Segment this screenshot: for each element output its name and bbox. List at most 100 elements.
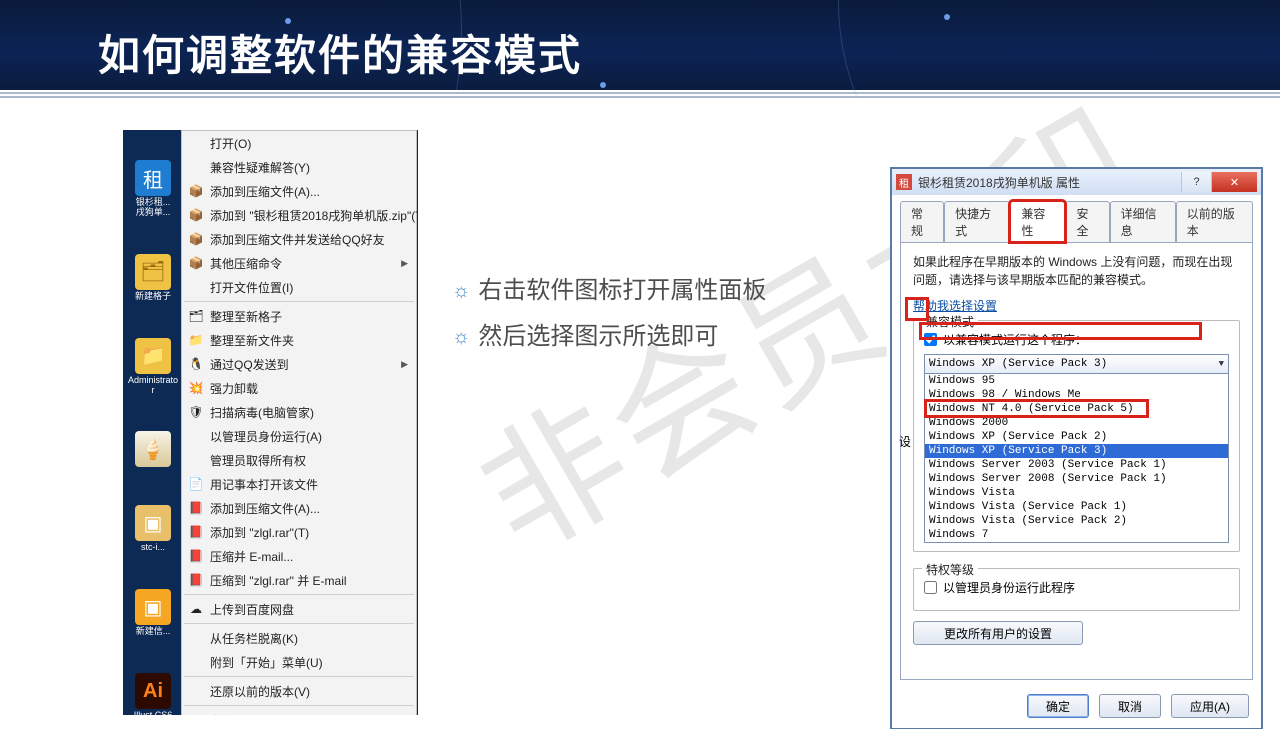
compat-option[interactable]: Windows Vista (Service Pack 1): [925, 500, 1228, 514]
tab-兼容性[interactable]: 兼容性: [1010, 201, 1065, 242]
compat-option[interactable]: Windows Vista (Service Pack 2): [925, 514, 1228, 528]
button-all-users[interactable]: 更改所有用户的设置: [913, 621, 1083, 645]
compat-option[interactable]: Windows Vista: [925, 486, 1228, 500]
menu-item-label: 用记事本打开该文件: [210, 476, 318, 493]
compat-option[interactable]: Windows Server 2008 (Service Pack 1): [925, 472, 1228, 486]
desktop-screenshot: 租银杉租... 戌狗单... 🗂新建格子 📁Administrato r 🍦 ▣…: [123, 130, 418, 715]
desktop-icon-stc[interactable]: ▣stc-i...: [131, 505, 175, 553]
desktop-icon-icecream[interactable]: 🍦: [131, 431, 175, 469]
menu-item-icon: ☁: [188, 601, 204, 617]
context-menu-item[interactable]: 📁整理至新文件夹: [182, 328, 416, 352]
truncated-side-label: 设: [899, 433, 911, 450]
context-menu-item[interactable]: 💥强力卸载: [182, 376, 416, 400]
context-menu-item[interactable]: 🗂 整理至新格子: [182, 304, 416, 328]
compat-option[interactable]: Windows Server 2003 (Service Pack 1): [925, 458, 1228, 472]
context-menu-item[interactable]: 打开文件位置(I): [182, 275, 416, 299]
menu-item-label: 扫描病毒(电脑管家): [210, 404, 314, 421]
compat-option[interactable]: Windows 95: [925, 374, 1228, 388]
compat-option[interactable]: Windows 2000: [925, 416, 1228, 430]
tab-详细信息[interactable]: 详细信息: [1110, 201, 1176, 242]
context-menu-item[interactable]: 📦 其他压缩命令 ▶: [182, 251, 416, 275]
button-ok[interactable]: 确定: [1027, 694, 1089, 718]
context-menu-item[interactable]: ☁ 上传到百度网盘: [182, 597, 416, 621]
context-menu-item[interactable]: 📕压缩并 E-mail...: [182, 544, 416, 568]
desktop-icon-admin[interactable]: 📁Administrato r: [131, 338, 175, 396]
menu-item-label: 打开(O): [210, 135, 251, 152]
tab-安全[interactable]: 安全: [1065, 201, 1109, 242]
highlight-combobox: [919, 322, 1202, 340]
close-button[interactable]: ✕: [1211, 172, 1257, 192]
context-menu-item[interactable]: 管理员取得所有权: [182, 448, 416, 472]
compat-description: 如果此程序在早期版本的 Windows 上没有问题，而现在出现问题，请选择与该早…: [913, 253, 1240, 289]
context-menu-item[interactable]: 🛡 扫描病毒(电脑管家): [182, 400, 416, 424]
submenu-arrow-icon: ▶: [401, 258, 408, 269]
menu-item-icon: 🛡: [188, 404, 204, 420]
menu-item-icon: 📦: [188, 231, 204, 247]
menu-item-label: 压缩并 E-mail...: [210, 548, 293, 565]
menu-item-icon: 📦: [188, 183, 204, 199]
dialog-button-row: 确定 取消 应用(A): [892, 688, 1261, 728]
button-cancel[interactable]: 取消: [1099, 694, 1161, 718]
slide-banner: 如何调整软件的兼容模式: [0, 0, 1280, 98]
menu-item-label: 整理至新格子: [210, 308, 282, 325]
desktop-icon-app[interactable]: 租银杉租... 戌狗单...: [131, 160, 175, 218]
context-menu-item[interactable]: 🐧通过QQ发送到▶: [182, 352, 416, 376]
context-menu-item[interactable]: 打开(O): [182, 131, 416, 155]
menu-item-icon: 📕: [188, 524, 204, 540]
instructions: ☼右击软件图标打开属性面板 ☼然后选择图示所选即可: [452, 268, 766, 360]
highlight-checkbox: [905, 297, 929, 321]
checkbox-admin[interactable]: [924, 581, 937, 594]
menu-item-label: 兼容性疑难解答(Y): [210, 159, 310, 176]
compat-mode-combobox[interactable]: Windows XP (Service Pack 3)▼: [924, 354, 1229, 374]
menu-item-label: 强力卸载: [210, 380, 258, 397]
compat-option[interactable]: Windows XP (Service Pack 3): [925, 444, 1228, 458]
group-priv-legend: 特权等级: [922, 561, 978, 578]
context-menu-item[interactable]: 📦添加到 "银杉租赁2018戌狗单机版.zip"(T): [182, 203, 416, 227]
context-menu-item[interactable]: 还原以前的版本(V): [182, 679, 416, 703]
context-menu-item[interactable]: 📕 添加到压缩文件(A)...: [182, 496, 416, 520]
tab-以前的版本[interactable]: 以前的版本: [1176, 201, 1253, 242]
menu-item-label: 添加到 "zlgl.rar"(T): [210, 524, 309, 541]
bullet-icon: ☼: [452, 314, 470, 360]
context-menu-item[interactable]: 📕压缩到 "zlgl.rar" 并 E-mail: [182, 568, 416, 592]
context-menu-item[interactable]: 📦添加到压缩文件并发送给QQ好友: [182, 227, 416, 251]
menu-item-label: 从任务栏脱离(K): [210, 630, 298, 647]
context-menu-item[interactable]: 📦 添加到压缩文件(A)...: [182, 179, 416, 203]
compat-option[interactable]: Windows XP (Service Pack 2): [925, 430, 1228, 444]
menu-item-label: 其他压缩命令: [210, 255, 282, 272]
menu-item-label: 压缩到 "zlgl.rar" 并 E-mail: [210, 572, 347, 589]
menu-item-label: 添加到压缩文件(A)...: [210, 500, 320, 517]
dialog-title: 银杉租赁2018戌狗单机版 属性: [918, 174, 1080, 191]
group-privilege: 特权等级 以管理员身份运行此程序: [913, 568, 1240, 611]
help-button[interactable]: ?: [1181, 172, 1211, 192]
context-menu-item[interactable]: 📕 添加到 "zlgl.rar"(T): [182, 520, 416, 544]
compat-option[interactable]: Windows 7: [925, 528, 1228, 542]
menu-item-icon: 📕: [188, 500, 204, 516]
menu-item-label: 还原以前的版本(V): [210, 683, 310, 700]
menu-item-icon: 🗂: [188, 308, 204, 324]
submenu-arrow-icon: ▶: [401, 715, 408, 716]
context-menu-item[interactable]: 兼容性疑难解答(Y): [182, 155, 416, 179]
submenu-arrow-icon: ▶: [401, 359, 408, 370]
menu-item-icon: 📦: [188, 255, 204, 271]
context-menu-item[interactable]: 发送到(N)▶: [182, 708, 416, 715]
checkbox-admin-label: 以管理员身份运行此程序: [943, 579, 1075, 596]
tab-常规[interactable]: 常规: [900, 201, 944, 242]
desktop-icon-ai[interactable]: AiIllust CS6: [131, 673, 175, 715]
menu-item-label: 上传到百度网盘: [210, 601, 294, 618]
button-apply[interactable]: 应用(A): [1171, 694, 1249, 718]
desktop-icon-new[interactable]: ▣新建信...: [131, 589, 175, 637]
tab-快捷方式[interactable]: 快捷方式: [944, 201, 1010, 242]
desktop-icon-newgrid[interactable]: 🗂新建格子: [131, 254, 175, 302]
chevron-down-icon: ▼: [1219, 359, 1224, 369]
group-compat-mode: 兼容模式 以兼容模式运行这个程序： Windows XP (Service Pa…: [913, 320, 1240, 552]
context-menu-item[interactable]: 从任务栏脱离(K): [182, 626, 416, 650]
menu-item-label: 添加到压缩文件(A)...: [210, 183, 320, 200]
menu-item-label: 管理员取得所有权: [210, 452, 306, 469]
properties-dialog: 租 银杉租赁2018戌狗单机版 属性 ? ✕ 常规快捷方式兼容性安全详细信息以前…: [891, 168, 1262, 729]
dialog-titlebar[interactable]: 租 银杉租赁2018戌狗单机版 属性 ? ✕: [892, 169, 1261, 195]
context-menu-item[interactable]: 以管理员身份运行(A): [182, 424, 416, 448]
context-menu-item[interactable]: 📄用记事本打开该文件: [182, 472, 416, 496]
context-menu-item[interactable]: 附到「开始」菜单(U): [182, 650, 416, 674]
instruction-line-2: 然后选择图示所选即可: [478, 314, 718, 360]
